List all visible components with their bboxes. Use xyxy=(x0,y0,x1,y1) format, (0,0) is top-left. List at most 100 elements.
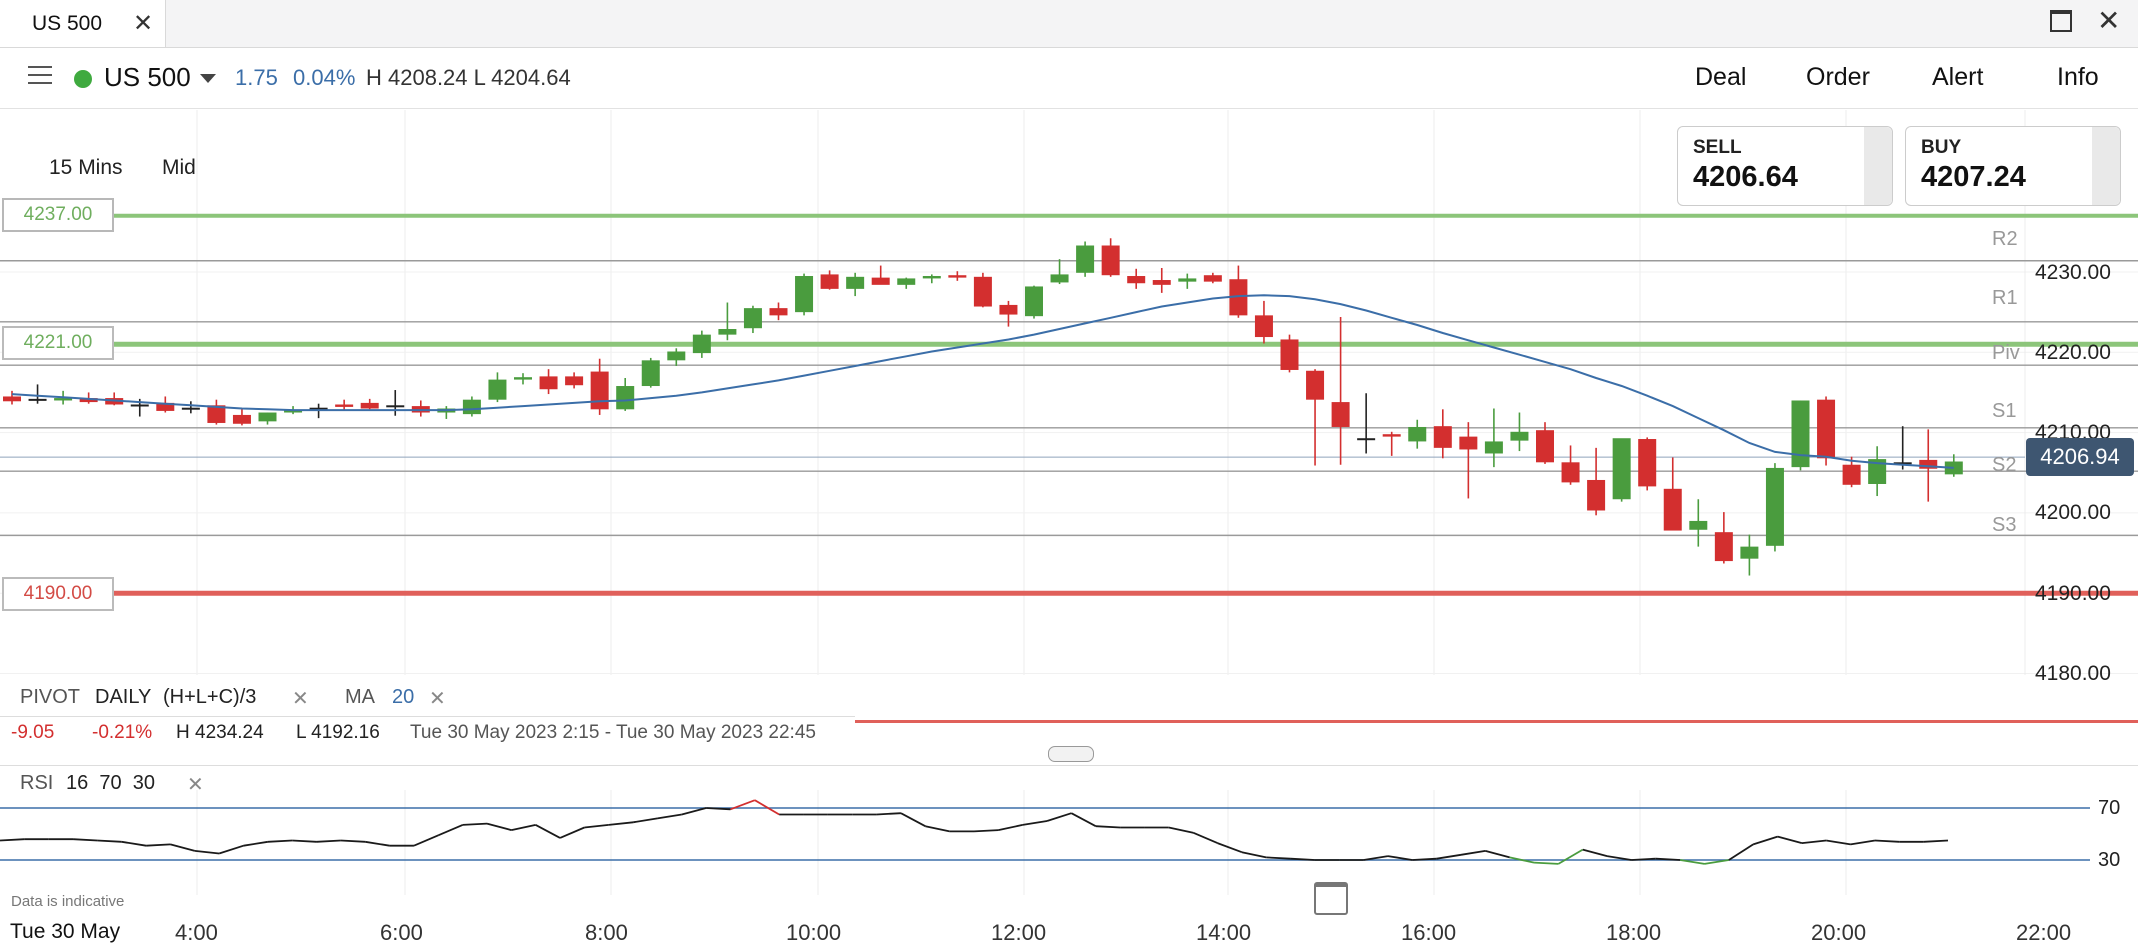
rsi-level-30: 30 xyxy=(2098,849,2121,871)
sell-price: 4206.64 xyxy=(1693,161,1798,193)
rsi-line-segment xyxy=(511,824,536,831)
candle-body xyxy=(1817,399,1836,459)
pivot-label-s2: S2 xyxy=(1992,454,2017,476)
remove-rsi-icon[interactable]: ✕ xyxy=(187,772,204,797)
candle-body xyxy=(1765,467,1784,546)
rsi-line-segment xyxy=(632,817,658,824)
buy-label: BUY xyxy=(1921,137,1962,158)
rsi-line-segment xyxy=(1534,861,1559,865)
rsi-line-segment xyxy=(973,829,999,833)
candle-body xyxy=(1408,426,1427,442)
rsi-line-segment xyxy=(608,821,634,826)
rsi-line-segment xyxy=(925,825,950,833)
session-change-pct: -0.21% xyxy=(92,722,153,743)
pivot-label-r2: R2 xyxy=(1992,228,2018,250)
rsi-params[interactable]: 16 70 30 xyxy=(66,772,155,795)
ma-indicator-label[interactable]: MA xyxy=(345,686,375,709)
rsi-line-segment xyxy=(1485,850,1510,859)
resize-handle[interactable] xyxy=(1048,746,1094,762)
session-low: L 4192.16 xyxy=(296,722,380,743)
candle-body xyxy=(1280,339,1299,370)
rsi-line-segment xyxy=(1192,831,1218,844)
y-tick-4230: 4230.00 xyxy=(2035,261,2111,284)
y-tick-4180: 4180.00 xyxy=(2035,662,2111,685)
rsi-line-segment xyxy=(1460,850,1486,856)
level-label-upper1[interactable]: 4237.00 xyxy=(2,198,114,232)
x-tick: 6:00 xyxy=(380,920,423,945)
candle-body xyxy=(258,412,277,422)
candle-body xyxy=(1536,430,1554,463)
rsi-line-segment xyxy=(584,824,609,829)
date-label: Tue 30 May xyxy=(10,920,121,943)
candle-body xyxy=(1689,520,1708,530)
candle-body xyxy=(795,276,814,313)
rsi-line-segment xyxy=(121,840,147,847)
session-high: H 4234.24 xyxy=(176,722,264,743)
rsi-line-segment xyxy=(876,812,901,816)
candle-body xyxy=(922,276,941,279)
candle-body xyxy=(1459,436,1478,450)
level-label-upper2[interactable]: 4221.00 xyxy=(2,326,114,360)
price-type-selector[interactable]: Mid xyxy=(162,156,196,180)
candle-body xyxy=(1331,402,1350,427)
rsi-line-segment xyxy=(559,826,585,839)
candle-body xyxy=(692,334,711,354)
candle-body xyxy=(3,396,21,402)
rsi-line-segment xyxy=(1752,835,1778,846)
rsi-line-segment xyxy=(1582,848,1608,857)
candle-body xyxy=(1357,438,1376,441)
candle-body xyxy=(769,308,788,316)
buy-price: 4207.24 xyxy=(1921,161,2026,193)
rsi-line-segment xyxy=(1217,842,1243,854)
rsi-indicator-label[interactable]: RSI xyxy=(20,772,53,795)
timeframe-selector[interactable]: 15 Mins xyxy=(49,156,123,180)
pivot-label-s1: S1 xyxy=(1992,400,2017,422)
candle-body xyxy=(973,276,992,307)
rsi-line-segment xyxy=(1095,825,1121,829)
candle-body xyxy=(1433,426,1452,448)
candle-body xyxy=(28,398,47,401)
candle-body xyxy=(462,399,481,415)
rsi-line-segment xyxy=(97,839,122,843)
pivot-label-s3: S3 xyxy=(1992,514,2017,536)
remove-ma-icon[interactable]: ✕ xyxy=(429,686,446,711)
red-level-line xyxy=(855,720,2138,723)
pivot-formula[interactable]: (H+L+C)/3 xyxy=(163,686,256,709)
buy-side-strip xyxy=(2092,127,2120,205)
rsi-line-segment xyxy=(1826,839,1851,846)
x-tick: 16:00 xyxy=(1401,920,1457,945)
rsi-line-segment xyxy=(243,840,268,847)
rsi-line-segment xyxy=(1436,853,1462,860)
pivot-label-piv: Piv xyxy=(1992,342,2020,364)
candle-body xyxy=(999,304,1018,315)
rsi-line-segment xyxy=(194,850,220,855)
candle-body xyxy=(1638,439,1657,487)
disclaimer: Data is indicative xyxy=(11,893,125,910)
rsi-line-segment xyxy=(437,824,464,837)
remove-pivot-icon[interactable]: ✕ xyxy=(292,686,309,711)
x-tick: 10:00 xyxy=(786,920,842,945)
candle-body xyxy=(335,404,354,407)
candle-body xyxy=(1152,280,1171,285)
x-tick: 18:00 xyxy=(1606,920,1662,945)
candle-body xyxy=(360,402,379,409)
rsi-line-segment xyxy=(900,812,926,827)
buy-button[interactable]: BUY 4207.24 xyxy=(1905,126,2121,206)
calendar-icon[interactable] xyxy=(1314,882,1348,915)
rsi-line-segment xyxy=(657,813,682,820)
session-range: Tue 30 May 2023 2:15 - Tue 30 May 2023 2… xyxy=(410,722,816,743)
pivot-label-r1: R1 xyxy=(1992,287,2018,309)
rsi-line-segment xyxy=(1070,812,1097,827)
rsi-line-segment xyxy=(486,822,512,831)
level-label-lower1[interactable]: 4190.00 xyxy=(2,577,114,611)
candle-body xyxy=(667,351,686,361)
pivot-indicator-label[interactable]: PIVOT xyxy=(20,686,80,709)
ma-period[interactable]: 20 xyxy=(392,686,414,709)
rsi-line-segment xyxy=(170,843,196,852)
sell-button[interactable]: SELL 4206.64 xyxy=(1677,126,1893,206)
rsi-line-segment xyxy=(365,840,390,847)
rsi-line-segment xyxy=(316,839,341,843)
x-tick: 20:00 xyxy=(1811,920,1867,945)
candle-body xyxy=(897,278,916,285)
pivot-period[interactable]: DAILY xyxy=(95,686,151,709)
